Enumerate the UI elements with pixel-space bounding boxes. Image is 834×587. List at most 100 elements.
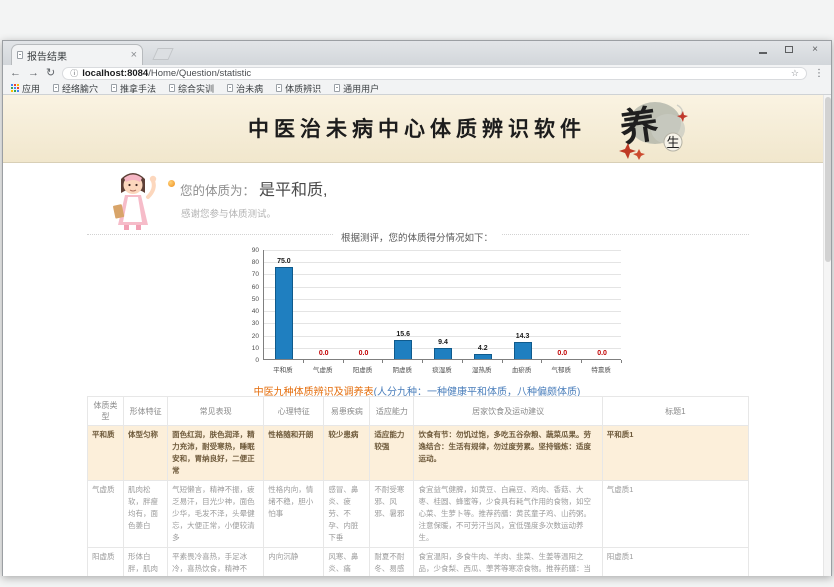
x-axis-tick (303, 360, 304, 363)
minimize-button[interactable] (751, 43, 775, 56)
emblem-char-yang: 养 (618, 104, 661, 151)
new-tab-button[interactable] (152, 48, 173, 60)
column-header: 体质类型 (88, 397, 124, 426)
x-axis-category-label: 阴虚质 (382, 364, 422, 374)
y-axis-tick-label: 60 (239, 284, 259, 291)
page-scrollbar[interactable] (823, 95, 831, 576)
x-axis-tick (422, 360, 423, 363)
bookmarks-bar: 应用 经络腧穴 推拿手法 综合实训 治未病 体质辨识通用用户 (3, 82, 831, 95)
bookmark-item[interactable]: 综合实训 (169, 82, 214, 95)
bookmark-star-icon[interactable]: ☆ (791, 68, 799, 79)
bar-value-label: 9.4 (423, 339, 463, 346)
bookmark-item[interactable]: 经络腧穴 (53, 82, 98, 95)
column-header: 常见表现 (168, 397, 264, 426)
x-axis-tick (462, 360, 463, 363)
bar-value-label: 0.0 (582, 350, 622, 357)
bookmark-item[interactable]: 推拿手法 (111, 82, 156, 95)
url-host: localhost:8084 (82, 68, 148, 79)
apps-label: 应用 (22, 82, 40, 95)
cell-signs: 气短懒言，精神不振，疲乏易汗，目光少神，面色少华，毛发不泽，头晕健忘，大便正常，… (168, 481, 264, 548)
apps-grid-icon (11, 84, 19, 92)
bar-血瘀质 (514, 342, 532, 360)
cell-type: 平和质 (88, 426, 124, 481)
gridline (264, 287, 621, 288)
bookmark-item[interactable]: 通用用户 (334, 82, 379, 95)
x-axis-tick (581, 360, 582, 363)
score-bar-chart: 75.00.00.015.69.44.214.30.00.0 010203040… (239, 245, 633, 375)
tab-close-icon[interactable]: × (131, 50, 137, 60)
y-axis-tick-label: 30 (239, 320, 259, 327)
nurse-illustration (104, 169, 162, 231)
x-axis-category-label: 气郁质 (541, 364, 581, 374)
table-row-平和质: 平和质体型匀称面色红润，肤色润泽，精力充沛，耐受寒热，睡眠安和，胃纳良好，二便正… (88, 426, 749, 481)
cell-disease: 较少患病 (324, 426, 370, 481)
result-label: 您的体质为： (180, 184, 255, 198)
x-axis-tick (502, 360, 503, 363)
url-text: localhost:8084/Home/Question/statistic (82, 68, 251, 79)
cell-advice: 食宜温阳，多食牛肉、羊肉、韭菜、生姜等温阳之品，少食梨、西瓜、荸荠等寒凉食物。推… (414, 548, 602, 577)
site-title: 中医治未病中心体质辨识软件 (248, 113, 586, 143)
x-axis-category-label: 阳虚质 (343, 364, 383, 374)
y-axis-tick-label: 80 (239, 259, 259, 266)
cell-type: 阳虚质 (88, 548, 124, 577)
tab-report-result[interactable]: 报告结果 × (11, 44, 143, 65)
gridline (264, 336, 621, 337)
address-toolbar: ← → ↻ ⓘ localhost:8084/Home/Question/sta… (3, 65, 831, 82)
tab-strip: 报告结果 × × (3, 41, 831, 65)
page-info-icon[interactable]: ⓘ (70, 68, 78, 79)
cell-body: 体型匀称 (124, 426, 168, 481)
cell-type: 气虚质 (88, 481, 124, 548)
refresh-icon[interactable]: ↻ (46, 68, 55, 79)
browser-window: 报告结果 × × ← → ↻ ⓘ localhost:8084/Home/Que… (2, 40, 832, 576)
bar-阴虚质 (394, 340, 412, 359)
gridline (264, 323, 621, 324)
cell-disease: 感冒、鼻炎、疲劳、不孕、内脏下垂 (324, 481, 370, 548)
column-header: 心理特征 (264, 397, 324, 426)
close-icon: × (812, 45, 818, 55)
bookmark-label: 综合实训 (178, 82, 214, 95)
column-header: 居家饮食及运动建议 (414, 397, 602, 426)
x-axis-tick (382, 360, 383, 363)
bar-湿热质 (474, 354, 492, 359)
maximize-button[interactable] (777, 43, 801, 56)
minimize-icon (759, 52, 767, 54)
close-button[interactable]: × (803, 43, 827, 56)
url-bar[interactable]: ⓘ localhost:8084/Home/Question/statistic… (62, 67, 807, 80)
bookmark-label: 体质辨识 (285, 82, 321, 95)
bookmark-item[interactable]: 体质辨识 (276, 82, 321, 95)
emblem-char-sheng: 生 (666, 135, 679, 150)
table-header-row: 体质类型形体特征常见表现心理特征易患疾病适应能力居家饮食及运动建议标题1 (88, 397, 749, 426)
bar-value-label: 0.0 (542, 350, 582, 357)
y-axis-tick-label: 10 (239, 345, 259, 352)
bookmark-page-icon (276, 84, 282, 92)
cell-signs: 面色红润，肤色润泽，精力充沛，耐受寒热，睡眠安和，胃纳良好，二便正常 (168, 426, 264, 481)
bookmark-label: 治未病 (236, 82, 263, 95)
site-header-banner: 中医治未病中心体质辨识软件 养 生 (3, 95, 831, 163)
url-path: /Home/Question/statistic (148, 68, 251, 79)
bookmark-item[interactable]: 治未病 (227, 82, 263, 95)
x-axis-tick (621, 360, 622, 363)
column-header: 形体特征 (124, 397, 168, 426)
page-content: 中医治未病中心体质辨识软件 养 生 (3, 95, 831, 576)
cell-adapt: 适应能力较强 (370, 426, 414, 481)
apps-shortcut[interactable]: 应用 (11, 82, 40, 95)
bar-value-label: 75.0 (264, 258, 304, 265)
maximize-icon (785, 46, 793, 53)
x-axis-tick (343, 360, 344, 363)
back-icon[interactable]: ← (10, 68, 21, 79)
cell-advice: 饮食有节：勿饥过饱，多吃五谷杂粮、蔬菜瓜果。劳逸结合：生活有规律，勿过度劳累。坚… (414, 426, 602, 481)
forward-icon[interactable]: → (28, 68, 39, 79)
browser-menu-icon[interactable]: ⋮ (814, 68, 824, 79)
scrollbar-thumb[interactable] (825, 97, 831, 262)
bookmark-label: 推拿手法 (120, 82, 156, 95)
cell-body: 肌肉松软，胖瘦均有，面色萎白 (124, 481, 168, 548)
x-axis-category-label: 湿热质 (462, 364, 502, 374)
yangsheng-ink-emblem: 养 生 (611, 97, 689, 161)
bar-平和质 (275, 267, 293, 359)
bookmark-page-icon (111, 84, 117, 92)
x-axis-tick (541, 360, 542, 363)
x-axis-category-label: 血瘀质 (502, 364, 542, 374)
constitution-table: 体质类型形体特征常见表现心理特征易患疾病适应能力居家饮食及运动建议标题1平和质体… (87, 396, 749, 576)
column-header: 标题1 (602, 397, 748, 426)
cell-body: 形体白胖，肌肉松软，面淡冷白 (124, 548, 168, 577)
